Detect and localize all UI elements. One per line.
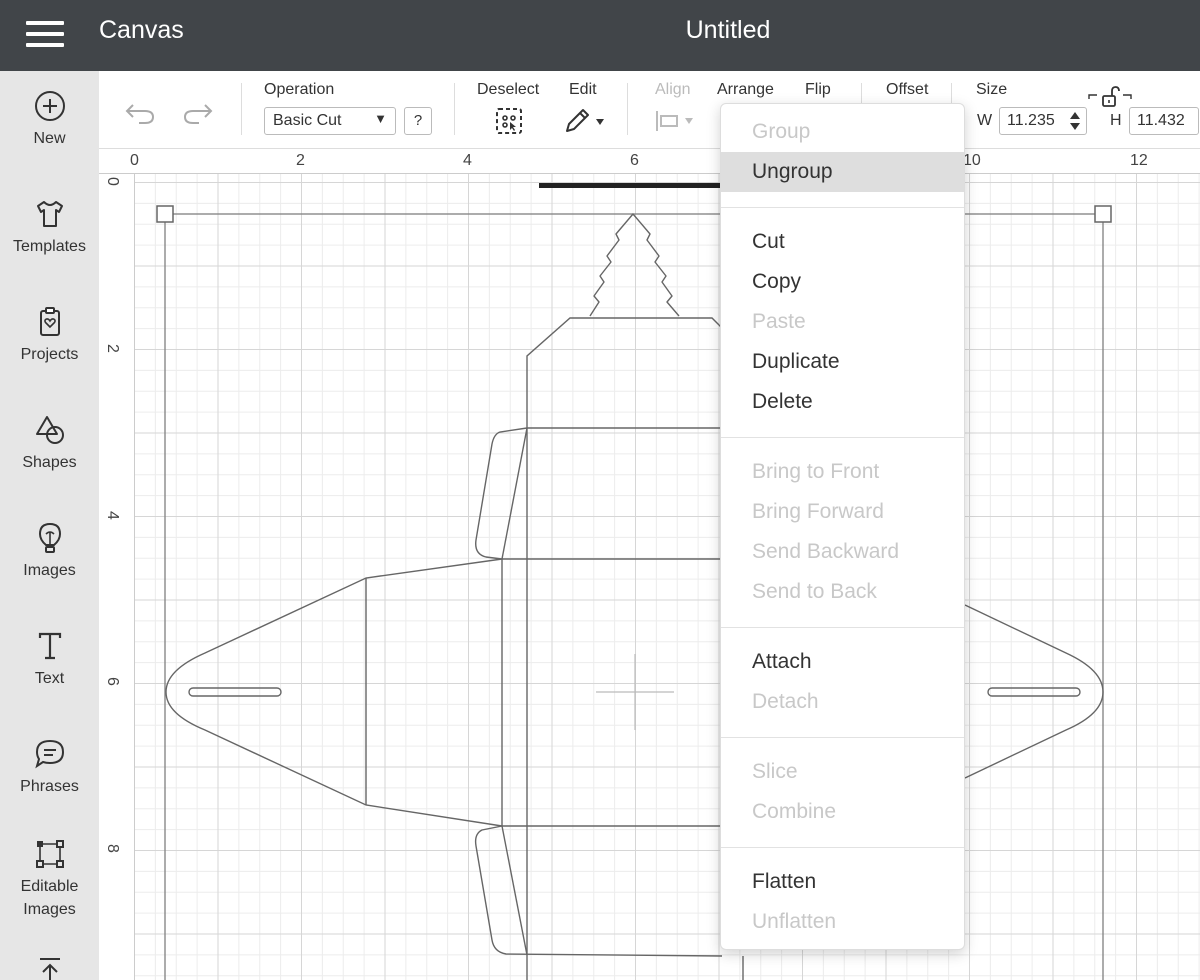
redo-icon[interactable]: [181, 99, 215, 127]
text-t-icon: [38, 632, 61, 660]
top-bar: Canvas Untitled: [0, 0, 1200, 71]
toolbar-divider: [627, 83, 628, 135]
menu-item-copy[interactable]: Copy: [721, 262, 964, 302]
ruler-tick-label: 12: [1130, 152, 1148, 169]
menu-item-send-to-back[interactable]: Send to Back: [721, 572, 964, 612]
sidebar-item-images[interactable]: Images: [0, 521, 99, 583]
menu-divider: [721, 847, 964, 848]
menu-item-delete[interactable]: Delete: [721, 382, 964, 422]
edit-label: Edit: [569, 81, 597, 98]
sidebar-label: Images: [23, 562, 76, 579]
lightbulb-icon: [38, 522, 61, 553]
operation-label: Operation: [264, 81, 335, 98]
sidebar-item-templates[interactable]: Templates: [0, 197, 99, 259]
width-value: 11.235: [1007, 112, 1055, 129]
ruler-tick-label: 6: [630, 152, 639, 169]
align-icon[interactable]: [655, 109, 695, 133]
menu-item-duplicate[interactable]: Duplicate: [721, 342, 964, 382]
width-stepper-icon[interactable]: [1069, 110, 1081, 132]
sidebar-item-shapes[interactable]: Shapes: [0, 413, 99, 475]
menu-divider: [721, 737, 964, 738]
hamburger-menu-icon[interactable]: [26, 20, 64, 48]
undo-icon[interactable]: [123, 99, 157, 127]
left-sidebar: New Templates Projects Shapes Images Tex…: [0, 71, 99, 980]
toolbar-divider: [241, 83, 242, 135]
canvas-grid[interactable]: [135, 174, 1200, 980]
ruler-tick-label: 0: [130, 152, 139, 169]
sidebar-item-editable-images[interactable]: Editable Images: [0, 837, 99, 921]
clipboard-heart-icon: [39, 307, 60, 336]
ruler-tick-label: 0: [104, 177, 121, 186]
vector-edit-icon: [35, 840, 64, 868]
menu-item-unflatten[interactable]: Unflatten: [721, 902, 964, 942]
sidebar-item-projects[interactable]: Projects: [0, 305, 99, 367]
unlock-icon[interactable]: [1087, 85, 1133, 109]
menu-item-combine[interactable]: Combine: [721, 792, 964, 832]
height-value: 11.432: [1137, 112, 1185, 129]
sidebar-item-new[interactable]: New: [0, 89, 99, 151]
sidebar-label: Templates: [13, 238, 86, 255]
deselect-label: Deselect: [477, 81, 540, 98]
menu-item-ungroup[interactable]: Ungroup: [721, 152, 964, 192]
context-menu: Group Ungroup Cut Copy Paste Duplicate D…: [720, 103, 965, 950]
toolbar-divider: [454, 83, 455, 135]
size-label: Size: [976, 81, 1008, 98]
sidebar-label: New: [33, 130, 66, 147]
box-template-design[interactable]: [135, 174, 1200, 980]
menu-divider: [721, 207, 964, 208]
sidebar-label: Projects: [20, 346, 79, 363]
sidebar-item-upload[interactable]: [0, 955, 99, 980]
ruler-tick-label: 6: [104, 677, 121, 686]
toolbar: Operation Basic Cut ▼ ? Deselect Edit Al…: [99, 71, 1200, 149]
menu-item-detach[interactable]: Detach: [721, 682, 964, 722]
menu-item-paste[interactable]: Paste: [721, 302, 964, 342]
horizontal-ruler: 0 2 4 6 8 10 12: [99, 149, 1200, 174]
align-label: Align: [655, 81, 691, 98]
arrange-label[interactable]: Arrange: [717, 81, 774, 99]
menu-divider: [721, 627, 964, 628]
menu-item-bring-to-front[interactable]: Bring to Front: [721, 452, 964, 492]
ruler-tick-label: 4: [104, 511, 121, 520]
height-field[interactable]: 11.432: [1129, 107, 1199, 135]
ruler-tick-label: 10: [963, 152, 981, 169]
menu-item-group[interactable]: Group: [721, 112, 964, 152]
width-label: W: [977, 112, 993, 129]
height-label: H: [1110, 112, 1122, 129]
sidebar-label: Editable Images: [20, 878, 79, 918]
offset-label[interactable]: Offset: [886, 81, 928, 99]
tshirt-icon: [36, 201, 63, 227]
menu-item-flatten[interactable]: Flatten: [721, 862, 964, 902]
plus-circle-icon: [34, 91, 65, 121]
vertical-ruler: 0 2 4 6 8: [99, 174, 135, 980]
menu-item-send-backward[interactable]: Send Backward: [721, 532, 964, 572]
flip-label[interactable]: Flip: [805, 81, 831, 99]
sidebar-label: Text: [34, 670, 65, 687]
caret-down-icon: ▼: [374, 111, 387, 126]
sidebar-item-text[interactable]: Text: [0, 629, 99, 691]
operation-value: Basic Cut: [273, 112, 342, 129]
ruler-tick-label: 4: [463, 152, 472, 169]
sidebar-label: Phrases: [20, 778, 79, 795]
menu-item-bring-forward[interactable]: Bring Forward: [721, 492, 964, 532]
ruler-tick-label: 2: [104, 344, 121, 353]
ruler-tick-label: 2: [296, 152, 305, 169]
sidebar-item-phrases[interactable]: Phrases: [0, 737, 99, 799]
shapes-icon: [35, 416, 64, 444]
app-title: Canvas: [99, 16, 184, 44]
menu-item-cut[interactable]: Cut: [721, 222, 964, 262]
document-title[interactable]: Untitled: [600, 16, 856, 45]
speech-bubble-icon: [34, 739, 64, 769]
menu-item-attach[interactable]: Attach: [721, 642, 964, 682]
upload-icon: [39, 958, 60, 980]
sidebar-label: Shapes: [22, 454, 77, 471]
menu-item-slice[interactable]: Slice: [721, 752, 964, 792]
deselect-icon[interactable]: [495, 107, 523, 135]
menu-divider: [721, 437, 964, 438]
operation-help-button[interactable]: ?: [404, 107, 432, 135]
operation-select[interactable]: Basic Cut ▼: [264, 107, 396, 135]
pencil-edit-icon[interactable]: [563, 107, 607, 135]
ruler-tick-label: 8: [104, 844, 121, 853]
